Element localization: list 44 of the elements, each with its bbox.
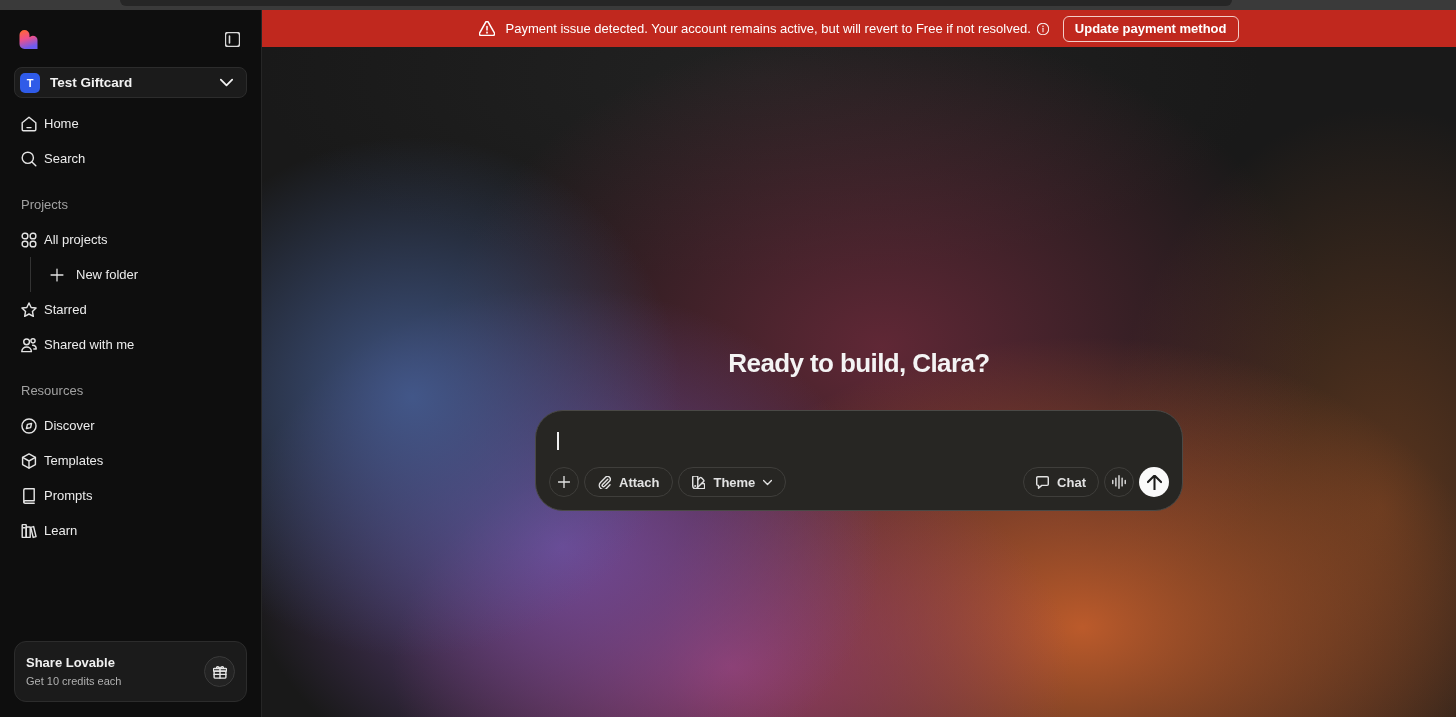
workspace-avatar: T (20, 72, 40, 93)
swatches-icon (692, 475, 706, 489)
chat-bubble-icon (1036, 475, 1050, 489)
promo-title: Share Lovable (26, 655, 116, 670)
sidebar-nav-item[interactable]: Templates (21, 452, 104, 469)
waveform-icon (1112, 475, 1126, 489)
sidebar-nav-item[interactable]: Starred (21, 301, 87, 318)
banner-message: Payment issue detected. Your account remains active, but will revert to Free if not resolved. (505, 21, 1031, 36)
chevron-down-icon (220, 76, 233, 89)
sidebar-nav-item[interactable]: Discover (21, 417, 95, 434)
section-heading: Resources (21, 382, 84, 400)
sidebar-nav-item[interactable]: Learn (21, 522, 78, 539)
people-icon (21, 336, 37, 353)
workspace-selector[interactable]: T Test Giftcard (14, 67, 247, 98)
home-icon (21, 115, 37, 132)
sidebar-nav-item[interactable]: Prompts (21, 487, 93, 504)
share-promo-card[interactable]: Share Lovable Get 10 credits each (14, 641, 247, 702)
update-payment-button[interactable]: Update payment method (1062, 15, 1239, 42)
cube-icon (21, 452, 37, 469)
gift-button[interactable] (204, 656, 235, 687)
greeting-heading: Ready to build, Clara? (728, 347, 990, 380)
send-button[interactable] (1139, 467, 1169, 497)
compass-icon (21, 417, 37, 434)
sidebar-nav-item[interactable]: Home (21, 115, 79, 132)
gift-icon (212, 664, 227, 679)
plus-icon (558, 476, 570, 488)
sidebar-nav-item[interactable]: Search (21, 150, 86, 167)
sidebar-toggle-icon[interactable] (225, 31, 240, 47)
warning-icon (479, 21, 496, 36)
star-icon (21, 301, 37, 318)
paperclip-icon (598, 475, 611, 489)
sidebar-nav-item[interactable]: Shared with me (21, 336, 135, 353)
books-icon (21, 522, 37, 539)
book-icon (21, 487, 37, 504)
heart-logo-icon[interactable] (19, 29, 38, 49)
sidebar-nav-item[interactable]: New folder (50, 266, 139, 283)
search-icon (21, 150, 37, 167)
grid-icon (21, 231, 37, 248)
section-heading: Projects (21, 196, 68, 214)
info-icon (1036, 22, 1049, 35)
plus-icon (50, 267, 64, 282)
promo-subtitle: Get 10 credits each (26, 675, 122, 688)
sidebar-nav-item[interactable]: All projects (21, 231, 108, 248)
arrow-up-icon (1146, 474, 1162, 490)
